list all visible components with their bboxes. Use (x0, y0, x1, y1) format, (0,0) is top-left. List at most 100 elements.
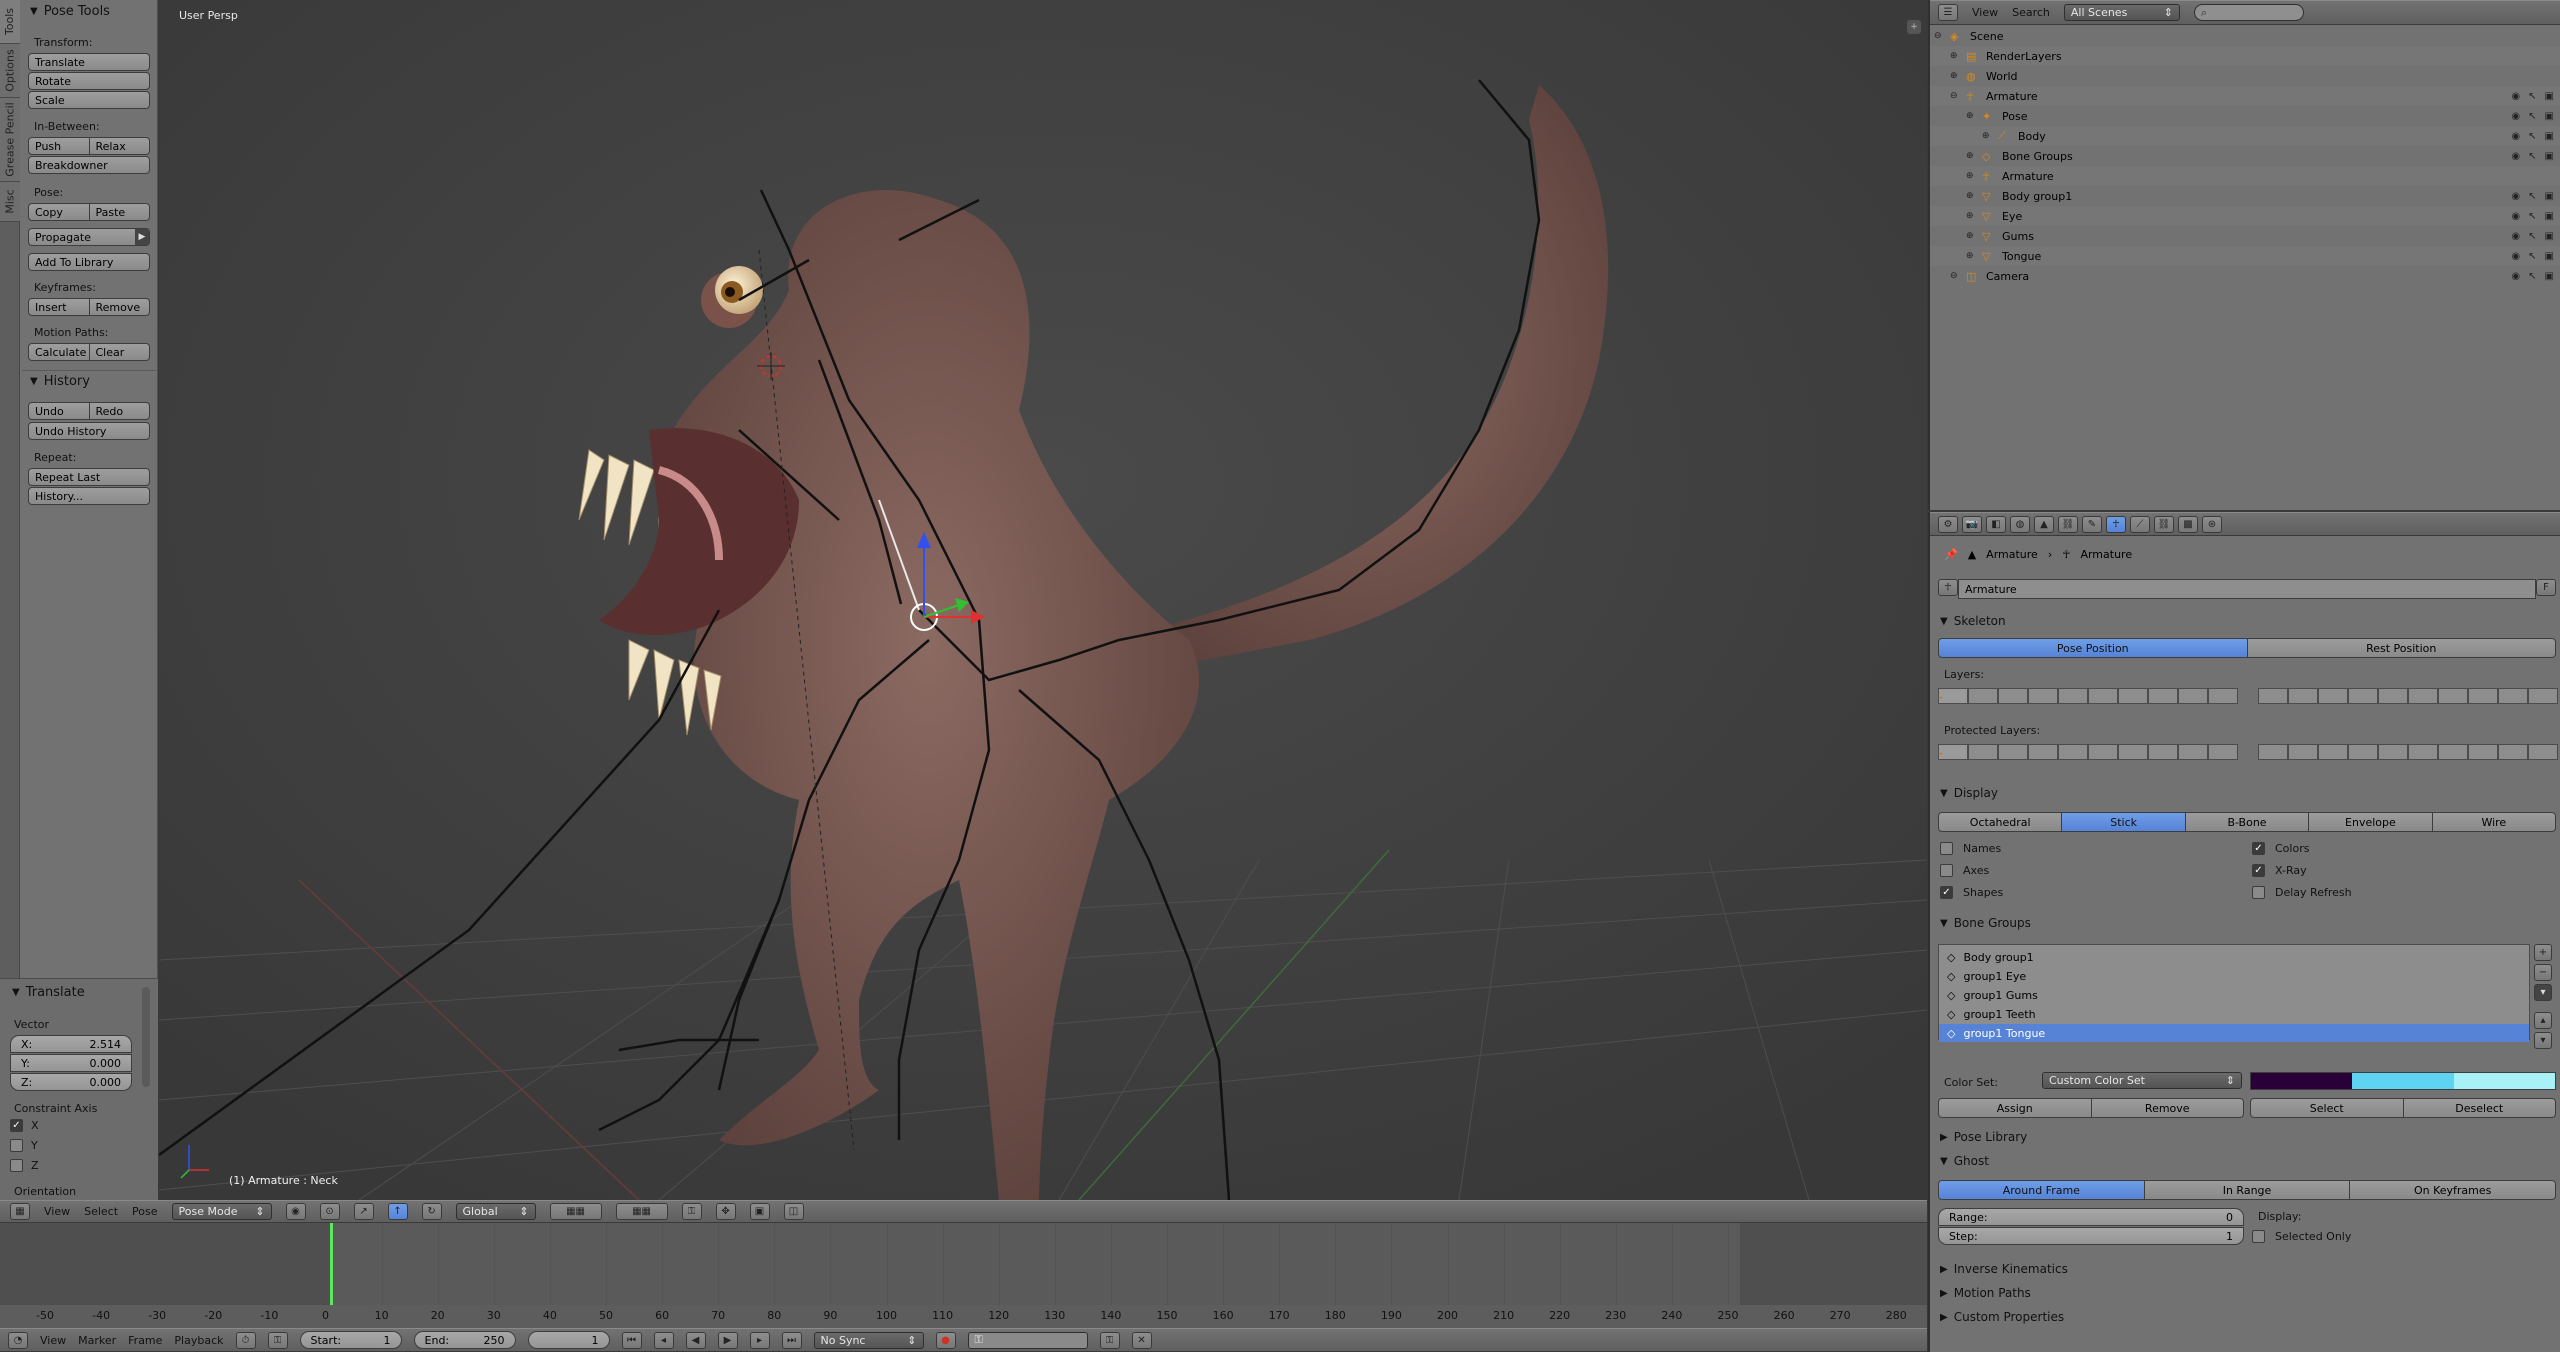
layer-toggle[interactable] (1968, 688, 1998, 704)
preview-range-icon[interactable]: ⏱ (235, 1331, 256, 1349)
deselect-button[interactable]: Deselect (2403, 1098, 2556, 1118)
undo-history-button[interactable]: Undo History (28, 422, 150, 440)
datablock-name-input[interactable]: Armature (1958, 579, 2536, 599)
outliner-row[interactable]: ⊖ ☥ Armature ◉ ↖ ▣ (1930, 86, 2560, 106)
bone-groups-panel-header[interactable]: ▼ Bone Groups (1940, 916, 2031, 930)
outliner-row[interactable]: ⊕ ⟋ Body ◉ ↖ ▣ (1930, 126, 2560, 146)
expand-toggle-icon[interactable]: ⊖ (1950, 91, 1962, 101)
constraint-y-checkbox[interactable]: Y (10, 1139, 38, 1152)
layer-toggle[interactable] (2208, 744, 2238, 760)
layer-toggle[interactable]: • (1938, 744, 1968, 760)
eye-icon[interactable]: ◉ (2511, 111, 2520, 122)
rotate-button[interactable]: Rotate (28, 72, 150, 90)
colors-checkbox[interactable]: ✓ Colors (2252, 842, 2309, 855)
orientation-dropdown[interactable]: Global ⇕ (455, 1203, 536, 1220)
vector-x-field[interactable]: X: 2.514 (10, 1035, 132, 1053)
layer-toggle[interactable] (2208, 688, 2238, 704)
cursor-icon[interactable]: ↖ (2528, 151, 2536, 162)
jump-end-icon[interactable]: ⏭ (781, 1331, 802, 1349)
scale-button[interactable]: Scale (28, 91, 150, 109)
shapes-checkbox[interactable]: ✓ Shapes (1940, 886, 2003, 899)
render-icon[interactable]: ▣ (2545, 111, 2554, 122)
layer-toggle[interactable] (2148, 744, 2178, 760)
cursor-icon[interactable]: ↖ (2528, 91, 2536, 102)
insert-keyframe-icon[interactable]: ⚿ (1099, 1331, 1120, 1349)
visibility-toggles[interactable]: ◉ ↖ ▣ (2511, 131, 2554, 142)
move-down-icon[interactable]: ▾ (2534, 1032, 2552, 1049)
layer-toggle[interactable] (2528, 744, 2558, 760)
constraints-tab-icon[interactable]: ⛓ (2058, 515, 2078, 533)
layer-toggle[interactable] (2288, 688, 2318, 704)
armature-data-icon[interactable]: ☥ (1938, 579, 1958, 596)
eye-icon[interactable]: ◉ (2511, 191, 2520, 202)
layer-toggle[interactable] (2498, 744, 2528, 760)
history-button[interactable]: History... (28, 487, 150, 505)
layers-icon-2[interactable]: ▦▦ (615, 1203, 668, 1220)
tab-tools[interactable]: Tools (0, 0, 20, 44)
translate-manipulator-icon[interactable]: ↑ (387, 1203, 408, 1220)
plus-icon[interactable]: + (1907, 20, 1921, 34)
normal-color-swatch[interactable] (2251, 1073, 2353, 1089)
bone-group-item[interactable]: ◇ group1 Tongue (1939, 1024, 2529, 1042)
relax-button[interactable]: Relax (89, 137, 150, 155)
add-icon[interactable]: + (2534, 944, 2552, 961)
ghost-range-field[interactable]: Range: 0 (1938, 1208, 2244, 1226)
bone-group-item[interactable]: ◇ group1 Gums (1939, 986, 2529, 1004)
cursor-icon[interactable]: ↖ (2528, 271, 2536, 282)
layer-toggle[interactable] (2258, 688, 2288, 704)
layer-toggle[interactable] (2118, 688, 2148, 704)
stick-button[interactable]: Stick (2062, 812, 2186, 832)
outliner-row[interactable]: ⊕ ◇ Bone Groups ◉ ↖ ▣ (1930, 146, 2560, 166)
visibility-toggles[interactable]: ◉ ↖ ▣ (2511, 211, 2554, 222)
remove-button[interactable]: Remove (2091, 1098, 2244, 1118)
remove-keyframe-button[interactable]: Remove (89, 298, 150, 316)
outliner-row[interactable]: ⊕ ▽ Tongue ◉ ↖ ▣ (1930, 246, 2560, 266)
pose-tools-panel-header[interactable]: ▼ Pose Tools (30, 4, 110, 19)
eye-icon[interactable]: ◉ (2511, 131, 2520, 142)
tab-options[interactable]: Options (0, 44, 20, 98)
physics-tab-icon[interactable]: ⊛ (2202, 515, 2222, 533)
timeline-frame-menu[interactable]: Frame (128, 1329, 162, 1351)
snap-icon[interactable]: ✥ (715, 1203, 736, 1220)
pose-position-button[interactable]: Pose Position (1938, 638, 2248, 658)
editor-type-icon[interactable]: ▦ (10, 1203, 30, 1220)
ghost-step-field[interactable]: Step: 1 (1938, 1227, 2244, 1245)
object-tab-icon[interactable]: ▲ (2034, 515, 2054, 533)
undo-button[interactable]: Undo (28, 402, 90, 420)
select-color-swatch[interactable] (2352, 1073, 2454, 1089)
shading-icon[interactable]: ◉ (285, 1203, 306, 1220)
in-range-button[interactable]: In Range (2144, 1180, 2351, 1200)
delay-refresh-checkbox[interactable]: Delay Refresh (2252, 886, 2352, 899)
timeline-view-menu[interactable]: View (40, 1329, 66, 1351)
calculate-button[interactable]: Calculate (28, 343, 90, 361)
layer-toggle[interactable] (2498, 688, 2528, 704)
history-panel-header[interactable]: ▼ History (30, 374, 90, 389)
layers-icon[interactable]: ▦▦ (549, 1203, 602, 1220)
around-frame-button[interactable]: Around Frame (1938, 1180, 2145, 1200)
tab-grease-pencil[interactable]: Grease Pencil (0, 98, 20, 182)
visibility-toggles[interactable]: ◉ ↖ ▣ (2511, 191, 2554, 202)
visibility-toggles[interactable]: ◉ ↖ ▣ (2511, 151, 2554, 162)
play-reverse-icon[interactable]: ◀ (685, 1331, 706, 1349)
visibility-toggles[interactable]: ◉ ↖ ▣ (2511, 271, 2554, 282)
layer-toggle[interactable] (2288, 744, 2318, 760)
outliner-row[interactable]: ⊕ ✦ Pose ◉ ↖ ▣ (1930, 106, 2560, 126)
pose-menu[interactable]: Pose (132, 1201, 157, 1222)
outliner-row[interactable]: ⊕ ◍ World (1930, 66, 2560, 86)
assign-button[interactable]: Assign (1938, 1098, 2092, 1118)
end-frame-field[interactable]: End: 250 (413, 1331, 516, 1349)
layer-toggle[interactable] (2438, 688, 2468, 704)
bone-group-item[interactable]: ◇ Body group1 (1939, 948, 2529, 966)
operator-scrollbar[interactable] (142, 987, 150, 1087)
layers-grid-left[interactable]: • (1938, 688, 2238, 704)
pivot-icon[interactable]: ⊙ (319, 1203, 340, 1220)
visibility-toggles[interactable]: ◉ ↖ ▣ (2511, 111, 2554, 122)
layer-toggle[interactable] (2258, 744, 2288, 760)
prev-keyframe-icon[interactable]: ◂ (653, 1331, 674, 1349)
redo-button[interactable]: Redo (89, 402, 150, 420)
selected-only-checkbox[interactable]: Selected Only (2252, 1230, 2351, 1243)
render-tab-icon[interactable]: 📷 (1962, 515, 1982, 533)
cursor-icon[interactable]: ↖ (2528, 111, 2536, 122)
outliner-row[interactable]: ⊕ ▽ Body group1 ◉ ↖ ▣ (1930, 186, 2560, 206)
layer-toggle[interactable] (2438, 744, 2468, 760)
